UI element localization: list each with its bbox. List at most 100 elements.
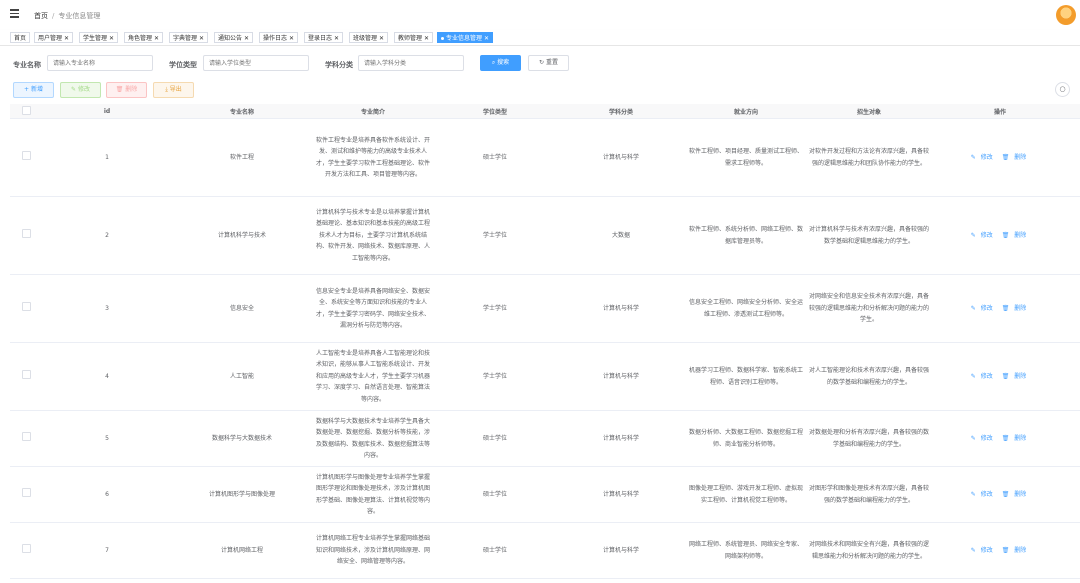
cell-category: 计算机与科学 (556, 118, 686, 197)
cell-intro: 计算机图形学与图像处理专业培养学生掌握图形学理论和图像处理技术，涉及计算机图形学… (312, 466, 434, 523)
cell-spacer (1068, 342, 1080, 411)
close-icon[interactable]: ✕ (289, 35, 294, 42)
cell-actions: ✎ 修改 🗑 删除 (932, 410, 1068, 467)
cell-spacer (1068, 274, 1080, 343)
table-row: 2 计算机科学与技术 计算机科学与技术专业是以培养掌握计算机基础理论、基本知识和… (10, 196, 1080, 275)
cell-degree: 学士学位 (434, 196, 556, 275)
table-row: 3 信息安全 信息安全专业是培养具备网络安全、数据安全、系统安全等方面知识和技能… (10, 274, 1080, 343)
tag-teacher-manage[interactable]: 教师管理 ✕ (394, 32, 434, 43)
cell-career: 数据分析师、大数据工程师、数据挖掘工程师、商业智能分析师等。 (686, 410, 806, 467)
row-edit-button[interactable]: ✎ 修改 (971, 435, 996, 442)
delete-button[interactable]: 🗑 删除 (106, 82, 147, 98)
row-checkbox[interactable] (10, 118, 42, 197)
row-checkbox[interactable] (10, 410, 42, 467)
row-edit-button[interactable]: ✎ 修改 (971, 491, 996, 498)
tag-user-manage[interactable]: 用户管理 ✕ (34, 32, 74, 43)
row-edit-button[interactable]: ✎ 修改 (971, 373, 996, 380)
search-icon: ○ (1059, 85, 1066, 93)
cell-intro: 计算机科学与技术专业是以培养掌握计算机基础理论、基本知识和基本技能的高级工程技术… (312, 196, 434, 275)
cell-name: 计算机图形学与图像处理 (172, 466, 312, 523)
row-delete-button[interactable]: 🗑 删除 (1002, 232, 1030, 239)
close-icon[interactable]: ✕ (379, 35, 384, 42)
row-checkbox[interactable] (10, 274, 42, 343)
row-checkbox[interactable] (10, 466, 42, 523)
row-edit-button[interactable]: ✎ 修改 (971, 305, 996, 312)
tag-student-manage[interactable]: 学生管理 ✕ (79, 32, 119, 43)
row-delete-button[interactable]: 🗑 删除 (1002, 154, 1030, 161)
add-button[interactable]: + 新增 (13, 82, 54, 98)
cell-category: 大数据 (556, 196, 686, 275)
cell-intro: 软件工程专业是培养具备软件系统设计、开发、测试和维护等能力的高级专业技术人才，学… (312, 118, 434, 197)
cell-id: 2 (42, 196, 172, 275)
category-label: 学科分类 (325, 61, 353, 69)
tag-home[interactable]: 首页 (10, 32, 31, 43)
row-edit-button[interactable]: ✎ 修改 (971, 232, 996, 239)
major-name-input[interactable] (47, 55, 153, 71)
row-edit-button[interactable]: ✎ 修改 (971, 547, 996, 554)
edit-icon: ✎ (71, 86, 77, 93)
table-row: 4 人工智能 人工智能专业是培养具备人工智能理论和技术知识，能够从事人工智能系统… (10, 342, 1080, 411)
cell-intro: 信息安全专业是培养具备网络安全、数据安全、系统安全等方面知识和技能的专业人才，学… (312, 274, 434, 343)
row-delete-button[interactable]: 🗑 删除 (1002, 491, 1030, 498)
cell-career: 信息安全工程师、网络安全分析师、安全运维工程师、渗透测试工程师等。 (686, 274, 806, 343)
cell-category: 计算机与科学 (556, 410, 686, 467)
hamburger-icon[interactable] (10, 9, 19, 18)
tag-role-manage[interactable]: 角色管理 ✕ (124, 32, 164, 43)
close-icon[interactable]: ✕ (334, 35, 339, 42)
close-icon[interactable]: ✕ (64, 35, 69, 42)
export-button[interactable]: ⤓ 导出 (153, 82, 194, 98)
row-delete-button[interactable]: 🗑 删除 (1002, 547, 1030, 554)
cell-actions: ✎ 修改 🗑 删除 (932, 118, 1068, 197)
cell-id: 1 (42, 118, 172, 197)
search-toggle-button[interactable]: ○ (1055, 82, 1070, 97)
column-header-degree: 学位类型 (434, 104, 556, 119)
cell-category: 计算机与科学 (556, 342, 686, 411)
cell-spacer (1068, 466, 1080, 523)
category-input[interactable] (358, 55, 464, 71)
tag-dict-manage[interactable]: 字典管理 ✕ (169, 32, 209, 43)
cell-actions: ✎ 修改 🗑 删除 (932, 342, 1068, 411)
tag-oper-log[interactable]: 操作日志 ✕ (259, 32, 299, 43)
close-icon[interactable]: ✕ (424, 35, 429, 42)
tag-notice[interactable]: 通知公告 ✕ (214, 32, 254, 43)
row-delete-button[interactable]: 🗑 删除 (1002, 305, 1030, 312)
row-checkbox[interactable] (10, 342, 42, 411)
cell-target: 对网络安全和信息安全技术有浓厚兴趣，具备较强的逻辑思维能力和分析解决问题的能力的… (806, 274, 932, 343)
degree-type-input[interactable] (203, 55, 309, 71)
breadcrumb-home[interactable]: 首页 (34, 12, 48, 20)
row-delete-button[interactable]: 🗑 删除 (1002, 435, 1030, 442)
close-icon[interactable]: ✕ (199, 35, 204, 42)
tag-class-manage[interactable]: 班级管理 ✕ (349, 32, 389, 43)
cell-career: 图像处理工程师、游戏开发工程师、虚拟现实工程师、计算机视觉工程师等。 (686, 466, 806, 523)
tags-view: 首页 用户管理 ✕ 学生管理 ✕ 角色管理 ✕ 字典管理 ✕ 通知公告 ✕ 操作日志 ✕ 登… (0, 30, 1080, 46)
cell-name: 计算机网络工程 (172, 522, 312, 579)
cell-id: 5 (42, 410, 172, 467)
cell-target: 对软件开发过程和方法论有浓厚兴趣，具备较强的逻辑思维能力和团队协作能力的学生。 (806, 118, 932, 197)
cell-id: 7 (42, 522, 172, 579)
navbar: 首页 / 专业信息管理 (0, 0, 1080, 31)
major-table: id 专业名称 专业简介 学位类型 学科分类 就业方向 招生对象 操作 1 软件… (10, 104, 1080, 579)
cell-name: 人工智能 (172, 342, 312, 411)
row-checkbox[interactable] (10, 196, 42, 275)
row-delete-button[interactable]: 🗑 删除 (1002, 373, 1030, 380)
edit-button[interactable]: ✎ 修改 (60, 82, 101, 98)
cell-id: 3 (42, 274, 172, 343)
close-icon[interactable]: ✕ (154, 35, 159, 42)
column-header-id: id (42, 104, 172, 119)
search-button[interactable]: ⌕ 搜索 (480, 55, 521, 71)
cell-spacer (1068, 410, 1080, 467)
close-icon[interactable]: ✕ (484, 35, 489, 42)
row-edit-button[interactable]: ✎ 修改 (971, 154, 996, 161)
column-header-target: 招生对象 (806, 104, 932, 119)
row-checkbox[interactable] (10, 522, 42, 579)
reset-button[interactable]: ↻ 重置 (528, 55, 569, 71)
tag-login-log[interactable]: 登录日志 ✕ (304, 32, 344, 43)
column-header-category: 学科分类 (556, 104, 686, 119)
tag-major-manage[interactable]: 专业信息管理 ✕ (437, 32, 494, 43)
close-icon[interactable]: ✕ (109, 35, 114, 42)
select-all-checkbox[interactable] (10, 104, 42, 119)
cell-category: 计算机与科学 (556, 522, 686, 579)
avatar[interactable] (1056, 5, 1076, 25)
cell-target: 对数据处理和分析有浓厚兴趣，具备较强的数学基础和编程能力的学生。 (806, 410, 932, 467)
close-icon[interactable]: ✕ (244, 35, 249, 42)
